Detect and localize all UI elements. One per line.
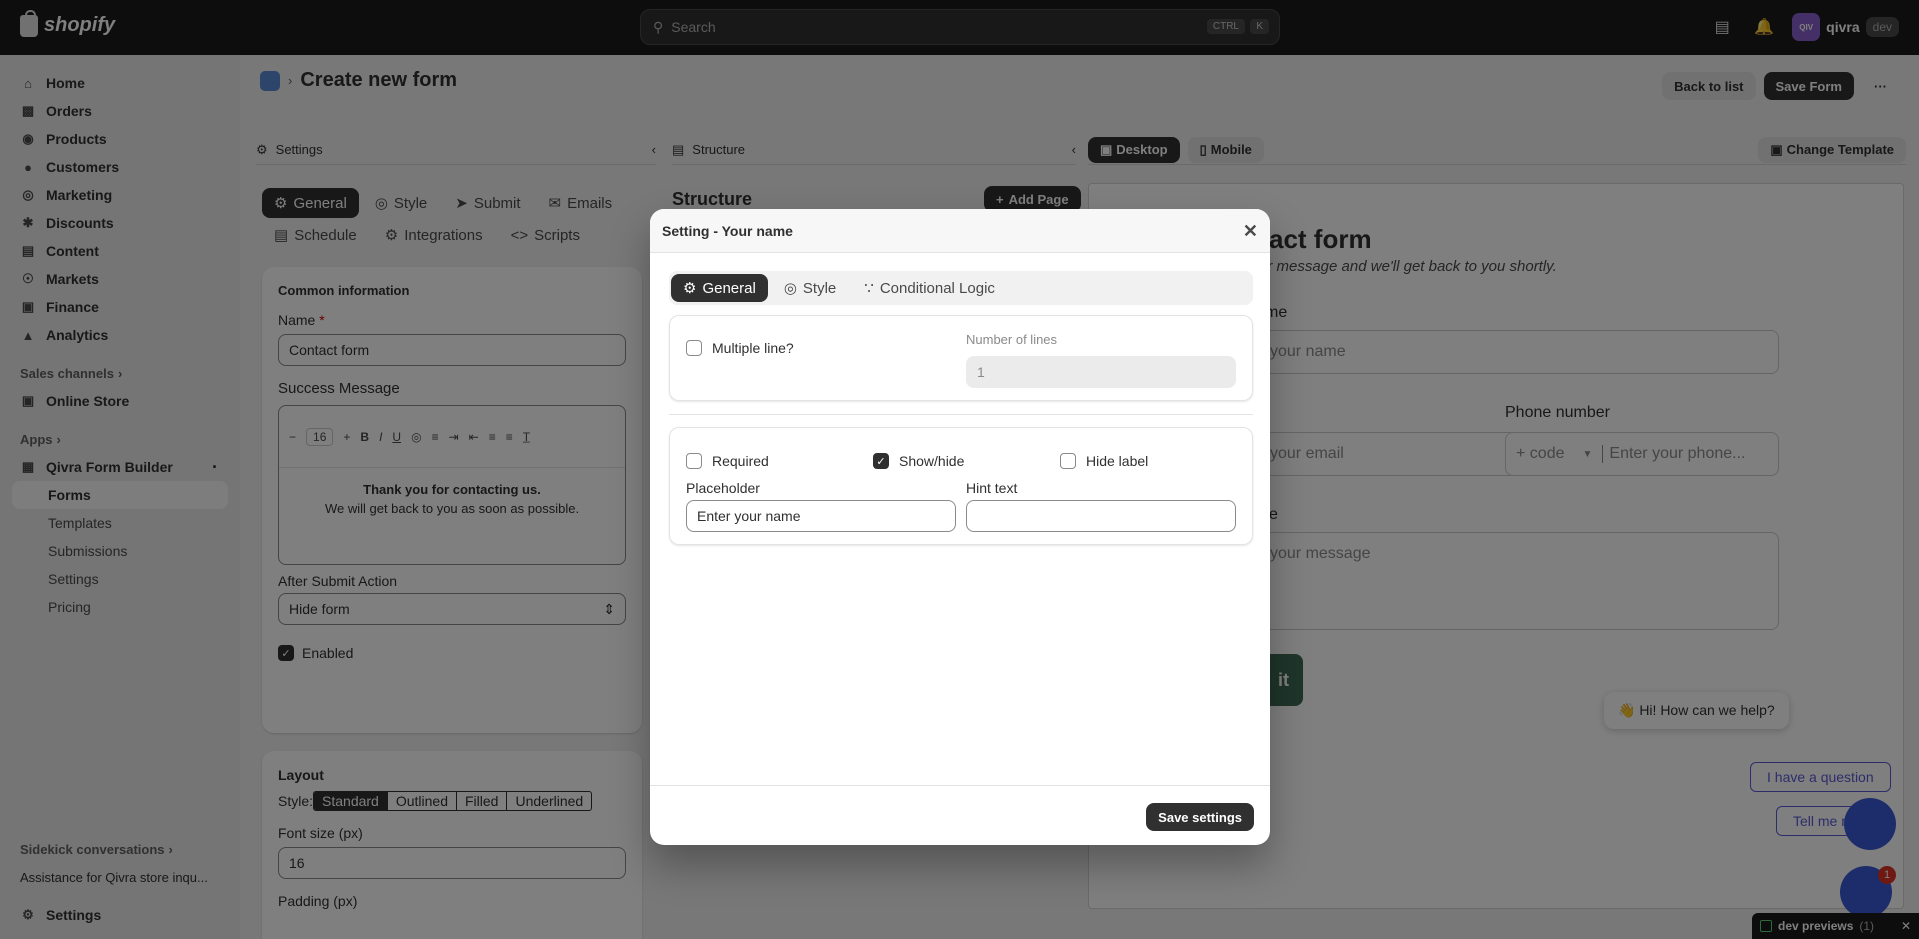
field-settings-modal: Setting - Your name ✕ ⚙ General ◎ Style ∵ C…	[650, 209, 1270, 845]
modal-footer: Save settings	[650, 785, 1270, 845]
modal-header: Setting - Your name ✕	[650, 209, 1270, 253]
placeholder-input[interactable]: Enter your name	[686, 500, 956, 532]
hint-text-label: Hint text	[966, 480, 1018, 496]
hint-text-input[interactable]	[966, 500, 1236, 532]
showhide-label: Show/hide	[899, 453, 965, 469]
gear-icon: ⚙	[683, 280, 697, 297]
tab-style[interactable]: ◎ Style	[772, 274, 848, 302]
multiple-line-checkbox[interactable]	[686, 340, 702, 356]
field-options-card: Required ✓ Show/hide Hide label Placehol…	[669, 427, 1253, 545]
required-checkbox[interactable]	[686, 453, 702, 469]
tab-general[interactable]: ⚙ General	[671, 274, 768, 302]
hide-label-checkbox[interactable]	[1060, 453, 1076, 469]
hide-label-label: Hide label	[1086, 453, 1149, 469]
tab-label: General	[702, 279, 756, 297]
required-option[interactable]: Required	[686, 453, 769, 469]
placeholder-label: Placeholder	[686, 480, 760, 496]
tab-conditional-logic[interactable]: ∵ Conditional Logic	[852, 274, 1007, 302]
divider	[669, 414, 1253, 415]
modal-title: Setting - Your name	[662, 222, 793, 239]
number-lines-label: Number of lines	[966, 332, 1058, 347]
logic-icon: ∵	[864, 280, 874, 297]
save-settings-button[interactable]: Save settings	[1146, 803, 1254, 831]
required-label: Required	[712, 453, 769, 469]
line-settings-card: Multiple line? Number of lines 1	[669, 315, 1253, 401]
showhide-option[interactable]: ✓ Show/hide	[873, 453, 964, 469]
showhide-checkbox[interactable]: ✓	[873, 453, 889, 469]
hide-label-option[interactable]: Hide label	[1060, 453, 1148, 469]
modal-tabs: ⚙ General ◎ Style ∵ Conditional Logic	[669, 271, 1253, 305]
tab-label: Conditional Logic	[879, 279, 995, 297]
number-lines-input[interactable]: 1	[966, 356, 1236, 388]
multiple-line-label: Multiple line?	[712, 340, 794, 356]
tab-label: Style	[802, 279, 837, 297]
multiple-line-option[interactable]: Multiple line?	[686, 340, 794, 356]
close-icon[interactable]: ✕	[1243, 221, 1258, 242]
palette-icon: ◎	[783, 280, 797, 297]
